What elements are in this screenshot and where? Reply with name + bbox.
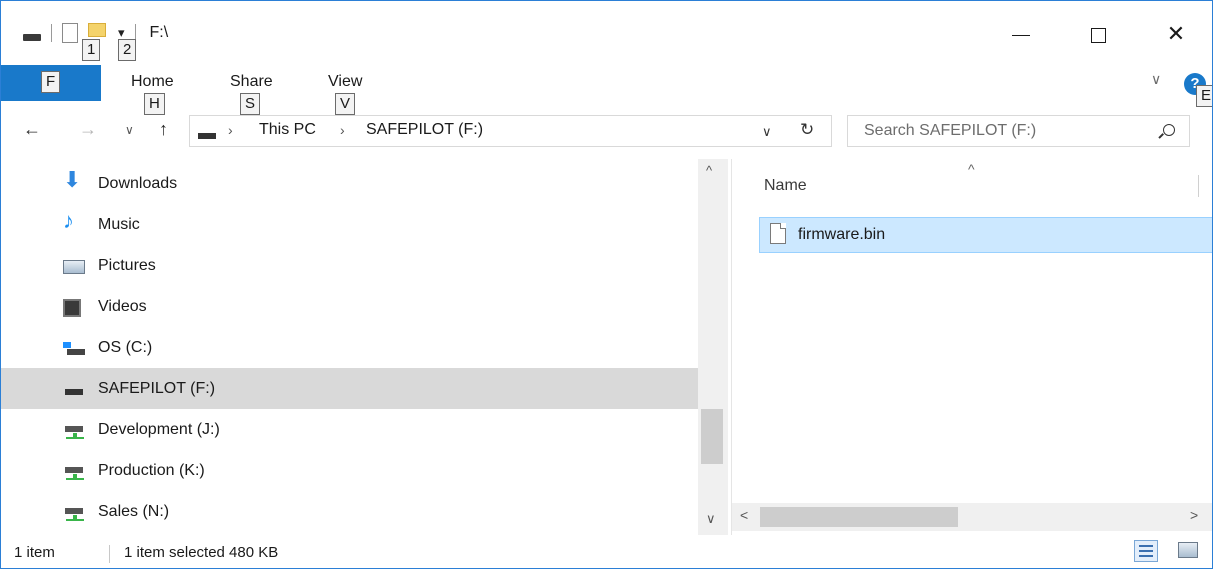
breadcrumb-separator-icon[interactable]: › [228,122,233,138]
pictures-icon [63,260,85,274]
toolbar-divider [51,24,52,42]
nav-item-label: Music [98,216,140,233]
scroll-left-icon[interactable]: < [740,507,748,523]
up-arrow-icon[interactable]: ↑ [159,119,168,140]
refresh-icon[interactable]: ↻ [800,120,814,140]
properties-icon[interactable] [62,23,78,43]
minimize-icon [1012,34,1030,36]
network-drive-icon [63,421,85,441]
minimize-button[interactable] [1001,19,1041,49]
nav-item-sales-n[interactable]: Sales (N:) [1,491,698,532]
nav-item-safepilot-f[interactable]: SAFEPILOT (F:) [1,368,698,409]
explorer-window: ▾ F:\ 1 2 ✕ F Home H Share S View V ∨ ? … [0,0,1213,569]
nav-item-production-k[interactable]: Production (K:) [1,450,698,491]
drive-icon [23,33,41,41]
nav-item-downloads[interactable]: ⬇ Downloads [1,163,698,204]
title-bar: ▾ F:\ 1 2 ✕ [1,1,1212,65]
window-title: F:\ [149,24,169,41]
status-selection: 1 item selected 480 KB [124,544,279,561]
nav-item-development-j[interactable]: Development (J:) [1,409,698,450]
details-view-icon[interactable] [1134,540,1158,562]
file-list-horizontal-scrollbar[interactable]: < > [732,503,1212,531]
keytip-properties: 1 [82,39,101,61]
nav-item-label: Production (K:) [98,462,205,479]
nav-item-label: Pictures [98,257,156,274]
back-arrow-icon[interactable]: ← [23,119,41,140]
file-list: ^ Name firmware.bin < > [732,159,1212,535]
navigation-bar: ← → ∨ ↑ › This PC › SAFEPILOT (F:) ∨ ↻ S… [1,111,1212,151]
nav-item-label: Videos [98,298,147,315]
scrollbar-thumb[interactable] [701,409,723,464]
sort-ascending-icon: ^ [968,161,975,177]
status-item-count: 1 item [14,544,55,561]
scroll-down-icon[interactable]: ∨ [706,511,716,527]
nav-item-label: Sales (N:) [98,503,170,520]
large-icons-view-icon[interactable] [1178,542,1198,558]
drive-icon [198,133,216,139]
drive-icon [63,380,85,400]
keytip-new-folder: 2 [118,39,137,61]
breadcrumb-this-pc[interactable]: This PC [259,121,316,139]
music-icon: ♪ [63,208,74,233]
file-name: firmware.bin [798,226,886,243]
nav-item-label: Downloads [98,175,178,192]
nav-item-os-c[interactable]: OS (C:) [1,327,698,368]
breadcrumb-separator-icon[interactable]: › [340,122,345,138]
nav-item-label: Development (J:) [98,421,220,438]
close-button[interactable]: ✕ [1156,19,1196,49]
column-divider[interactable] [1198,175,1199,197]
search-icon[interactable] [1163,124,1175,136]
tab-share[interactable]: Share [230,73,273,91]
tab-home[interactable]: Home [131,73,174,91]
downloads-icon: ⬇ [63,167,82,192]
expand-ribbon-chevron-icon[interactable]: ∨ [1151,71,1161,88]
file-icon [770,223,786,244]
network-drive-icon [63,462,85,482]
scrollbar-thumb[interactable] [760,507,958,527]
network-drive-icon [63,503,85,523]
column-header-name[interactable]: Name [764,177,807,195]
maximize-button[interactable] [1078,19,1118,49]
keytip-file: F [41,71,61,93]
address-bar[interactable]: › This PC › SAFEPILOT (F:) ∨ ↻ [189,115,832,147]
breadcrumb-current-drive[interactable]: SAFEPILOT (F:) [366,121,483,139]
nav-pane-scrollbar[interactable]: ^ ∨ [698,159,728,535]
recent-locations-chevron-icon[interactable]: ∨ [125,123,134,137]
scroll-up-icon[interactable]: ^ [706,163,712,178]
nav-item-label: SAFEPILOT (F:) [98,380,216,397]
navigation-pane: ⬇ Downloads ♪ Music Pictures Videos OS (… [1,159,731,535]
scroll-right-icon[interactable]: > [1190,507,1198,523]
search-input[interactable]: Search SAFEPILOT (F:) [847,115,1190,147]
new-folder-icon[interactable] [88,23,106,37]
file-row[interactable]: firmware.bin [759,217,1212,253]
status-bar: 1 item 1 item selected 480 KB [1,539,1212,568]
keytip-help: E [1196,85,1212,107]
search-placeholder: Search SAFEPILOT (F:) [864,122,1037,139]
address-dropdown-icon[interactable]: ∨ [762,124,772,140]
nav-item-videos[interactable]: Videos [1,286,698,327]
status-divider [109,545,110,563]
forward-arrow-icon[interactable]: → [79,119,97,140]
nav-item-music[interactable]: ♪ Music [1,204,698,245]
maximize-icon [1090,27,1106,43]
videos-icon [63,299,81,317]
nav-item-pictures[interactable]: Pictures [1,245,698,286]
close-icon: ✕ [1166,21,1186,46]
tab-file[interactable]: F [1,65,101,101]
system-drive-icon [63,342,85,362]
ribbon-tabs: F Home H Share S View V ∨ ? E [1,65,1212,115]
tab-view[interactable]: View [328,73,362,91]
nav-item-label: OS (C:) [98,339,153,356]
